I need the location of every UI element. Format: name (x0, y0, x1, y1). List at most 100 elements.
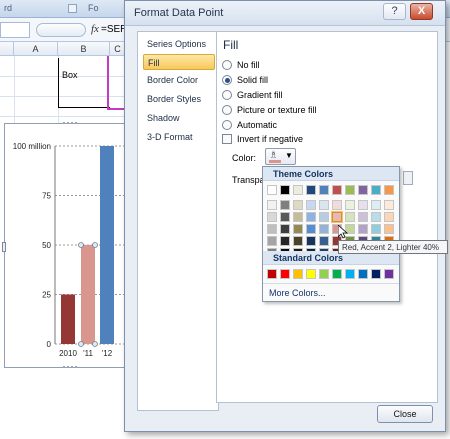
transparency-spinner[interactable] (403, 171, 413, 185)
no-fill-radio[interactable] (222, 60, 232, 70)
invert-negative-label[interactable]: Invert if negative (237, 134, 303, 144)
gradient-fill-radio[interactable] (222, 90, 232, 100)
theme-color-swatch[interactable] (384, 185, 394, 195)
standard-color-swatch[interactable] (267, 269, 277, 279)
x-tick-label: 2010 (59, 349, 77, 358)
standard-color-swatch[interactable] (358, 269, 368, 279)
theme-shade-swatch[interactable] (267, 212, 277, 222)
name-box[interactable] (0, 22, 30, 38)
theme-shade-swatch[interactable] (371, 212, 381, 222)
y-tick-label: 75 (42, 192, 51, 201)
no-fill-label[interactable]: No fill (237, 60, 260, 70)
theme-shade-swatch[interactable] (293, 212, 303, 222)
theme-color-swatch[interactable] (345, 185, 355, 195)
cell-border (58, 58, 110, 108)
nav-border-color[interactable]: Border Color (143, 72, 215, 88)
series-range-highlight (107, 56, 109, 110)
solid-fill-radio[interactable] (222, 75, 232, 85)
standard-color-swatch[interactable] (280, 269, 290, 279)
color-gallery: Theme Colors Standard Colors More Colors… (262, 166, 400, 302)
picture-fill-radio[interactable] (222, 105, 232, 115)
chart-bar[interactable] (81, 245, 95, 344)
selection-handle (78, 341, 84, 347)
theme-shade-swatch[interactable] (384, 200, 394, 210)
embedded-chart[interactable]: 0 25 50 75 100 million 2010 '11 '12 (2, 122, 134, 368)
automatic-radio[interactable] (222, 120, 232, 130)
nav-series-options[interactable]: Series Options (143, 36, 215, 52)
solid-fill-label[interactable]: Solid fill (237, 75, 268, 85)
select-all-corner[interactable] (0, 42, 14, 56)
theme-shade-swatch[interactable] (306, 200, 316, 210)
theme-color-swatch[interactable] (267, 185, 277, 195)
nav-border-styles[interactable]: Border Styles (143, 91, 215, 107)
theme-shade-swatch[interactable] (280, 236, 290, 246)
picture-fill-label[interactable]: Picture or texture fill (237, 105, 317, 115)
theme-color-swatch[interactable] (306, 185, 316, 195)
y-tick-label: 25 (42, 291, 51, 300)
theme-shade-swatch[interactable] (267, 236, 277, 246)
theme-color-swatch[interactable] (319, 185, 329, 195)
standard-color-swatch[interactable] (384, 269, 394, 279)
theme-color-swatch[interactable] (358, 185, 368, 195)
theme-shade-swatch[interactable] (293, 236, 303, 246)
dialog-titlebar[interactable]: Format Data Point ? X (125, 1, 445, 26)
invert-negative-checkbox[interactable] (222, 134, 232, 144)
insert-function-icon[interactable]: fx (91, 23, 99, 35)
theme-shade-swatch[interactable] (319, 212, 329, 222)
current-color-bar (269, 160, 281, 163)
theme-shade-swatch[interactable] (293, 224, 303, 234)
theme-shade-swatch[interactable] (280, 224, 290, 234)
cell-b-text[interactable]: Box (62, 70, 78, 80)
theme-shade-swatch[interactable] (358, 224, 368, 234)
standard-color-swatch[interactable] (293, 269, 303, 279)
theme-shade-swatch[interactable] (267, 200, 277, 210)
theme-color-swatch[interactable] (293, 185, 303, 195)
chart-bar[interactable] (100, 146, 114, 344)
theme-shade-swatch[interactable] (319, 224, 329, 234)
standard-color-swatch[interactable] (306, 269, 316, 279)
theme-shade-swatch[interactable] (293, 200, 303, 210)
column-header-b[interactable]: B (58, 42, 110, 56)
standard-color-swatch[interactable] (345, 269, 355, 279)
more-colors-link[interactable]: More Colors... (269, 288, 326, 298)
theme-shade-swatch[interactable] (280, 212, 290, 222)
theme-shade-swatch[interactable] (280, 200, 290, 210)
theme-color-swatch[interactable] (280, 185, 290, 195)
theme-shade-swatch[interactable] (306, 236, 316, 246)
gradient-fill-label[interactable]: Gradient fill (237, 90, 283, 100)
chart-bar[interactable] (61, 294, 75, 345)
theme-shade-swatch[interactable] (331, 211, 343, 223)
dialog-title: Format Data Point (134, 7, 224, 19)
theme-shade-swatch[interactable] (306, 212, 316, 222)
automatic-label[interactable]: Automatic (237, 120, 277, 130)
nav-fill[interactable]: Fill (143, 54, 215, 70)
help-button[interactable]: ? (383, 3, 406, 20)
nav-shadow[interactable]: Shadow (143, 110, 215, 126)
close-icon[interactable]: X (410, 3, 433, 20)
theme-color-swatch[interactable] (371, 185, 381, 195)
theme-shade-swatch[interactable] (345, 212, 355, 222)
theme-color-swatch[interactable] (332, 185, 342, 195)
theme-shade-swatch[interactable] (345, 200, 355, 210)
color-dropdown-button[interactable]: ♗ ▼ (265, 148, 296, 165)
theme-shade-swatch[interactable] (371, 224, 381, 234)
close-button[interactable]: Close (377, 405, 433, 423)
column-header-a[interactable]: A (14, 42, 58, 56)
theme-shade-swatch[interactable] (384, 212, 394, 222)
theme-shade-swatch[interactable] (384, 224, 394, 234)
theme-shade-swatch[interactable] (319, 236, 329, 246)
theme-shade-swatch[interactable] (267, 224, 277, 234)
theme-shade-swatch[interactable] (306, 224, 316, 234)
ribbon-launcher-icon[interactable] (68, 4, 77, 13)
theme-shade-swatch[interactable] (358, 200, 368, 210)
formula-buttons[interactable] (36, 23, 86, 37)
theme-shade-swatch[interactable] (319, 200, 329, 210)
standard-color-swatch[interactable] (332, 269, 342, 279)
color-label: Color: (232, 153, 257, 163)
standard-color-swatch[interactable] (371, 269, 381, 279)
nav-3d-format[interactable]: 3-D Format (143, 129, 215, 145)
theme-shade-swatch[interactable] (371, 200, 381, 210)
theme-shade-swatch[interactable] (358, 212, 368, 222)
theme-shade-swatch[interactable] (332, 200, 342, 210)
standard-color-swatch[interactable] (319, 269, 329, 279)
